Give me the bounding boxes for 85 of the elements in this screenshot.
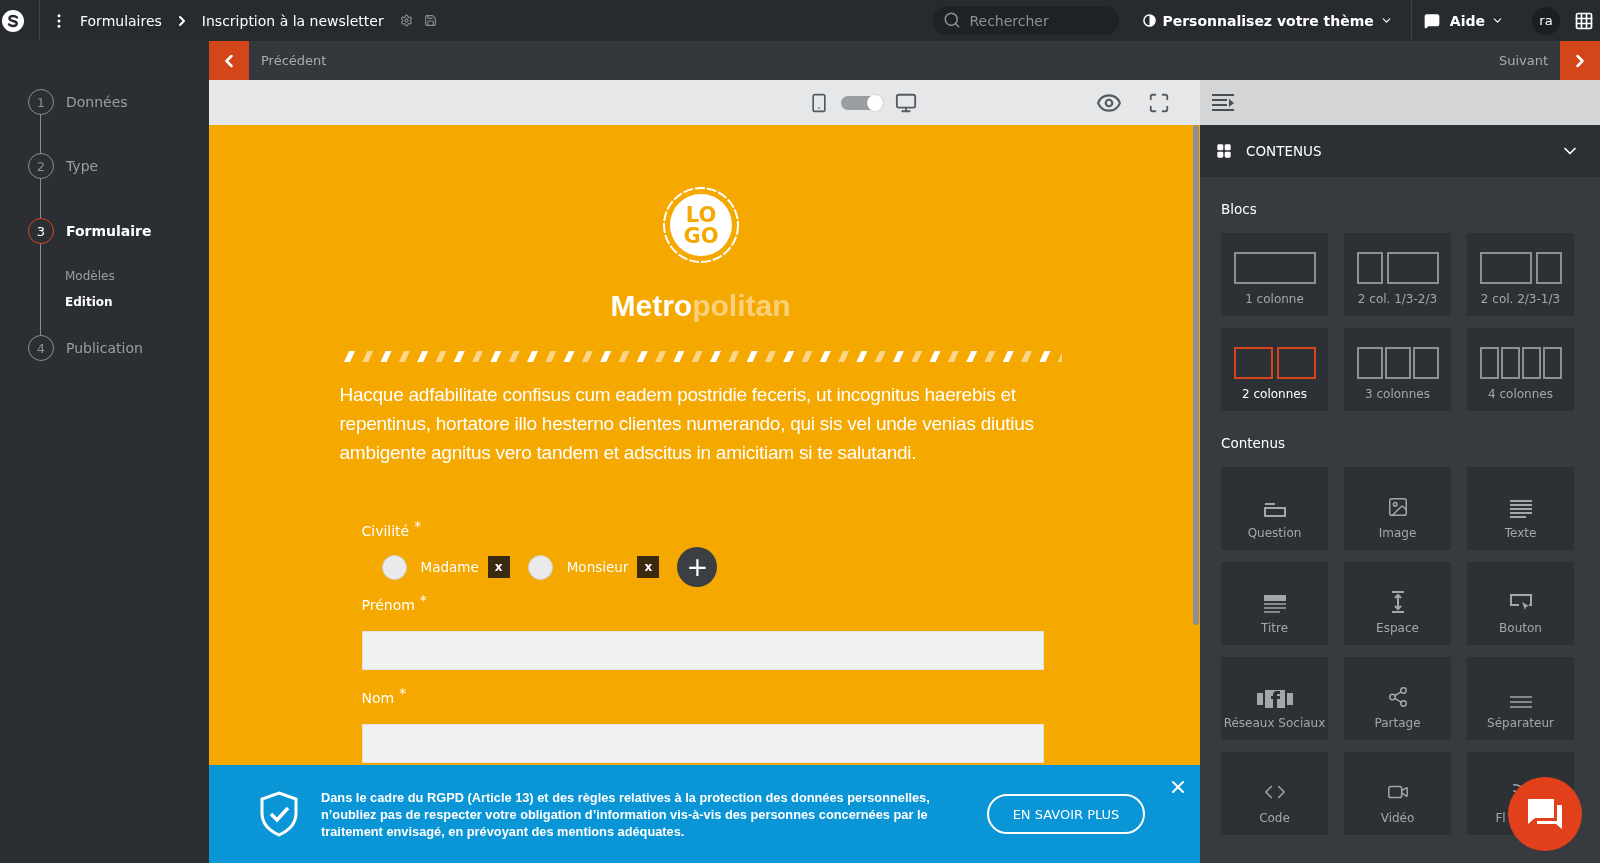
contrast-icon bbox=[1143, 14, 1157, 27]
text-input-field[interactable] bbox=[361, 724, 1044, 763]
substep-link[interactable]: Modèles bbox=[65, 269, 209, 283]
block-tile[interactable]: 1 colonne bbox=[1221, 233, 1328, 316]
content-tile[interactable]: Bouton bbox=[1467, 562, 1574, 645]
text-icon bbox=[1509, 500, 1532, 518]
previous-button[interactable] bbox=[209, 41, 249, 80]
content-tile[interactable]: Titre bbox=[1221, 562, 1328, 645]
content-tile[interactable]: Espace bbox=[1344, 562, 1451, 645]
intro-paragraph: Hacque adfabilitate confisus cum eadem postridie feceris, ut incognitus haerebis et repentinus, hortatore illo hesterno clientes numerando, qui sis vel unde venias diutius ambigente agnitus vero tandem et adscitus in amicitiam si te salutandi. bbox=[339, 383, 1035, 465]
theme-menu-button[interactable]: Personnalisez votre thème bbox=[1143, 12, 1393, 29]
logo: LO GO bbox=[660, 185, 741, 265]
learn-more-button[interactable]: EN SAVOIR PLUS bbox=[987, 794, 1145, 834]
block-tile[interactable]: 2 col. 1/3-2/3 bbox=[1344, 233, 1451, 316]
remove-option-button[interactable]: x bbox=[637, 556, 660, 578]
next-button[interactable] bbox=[1560, 41, 1600, 80]
align-panel-icon[interactable] bbox=[1212, 92, 1236, 113]
chat-bubbles-icon bbox=[1526, 797, 1564, 831]
block-tile[interactable]: 2 colonnes bbox=[1221, 328, 1328, 411]
section-heading: Contenus bbox=[1221, 435, 1286, 451]
breadcrumb-link[interactable]: Inscription à la newsletter bbox=[201, 12, 384, 29]
content-tile[interactable]: Vidéo bbox=[1344, 752, 1451, 835]
step-number: 1 bbox=[28, 89, 54, 115]
content-tile[interactable]: Code bbox=[1221, 752, 1328, 835]
content-tile[interactable]: Question bbox=[1221, 467, 1328, 550]
section-heading: Blocs bbox=[1221, 201, 1258, 217]
step-link[interactable]: Données bbox=[66, 94, 128, 110]
substep-link[interactable]: Edition bbox=[65, 295, 209, 309]
layout-icon bbox=[1356, 347, 1439, 379]
grid-icon bbox=[1216, 143, 1232, 159]
radio-button[interactable] bbox=[381, 554, 407, 580]
shield-check-icon bbox=[259, 791, 299, 837]
content-tile[interactable]: Séparateur bbox=[1467, 657, 1574, 740]
spacing-icon bbox=[1390, 591, 1405, 613]
settings-icon[interactable] bbox=[399, 14, 413, 27]
layout-icon bbox=[1233, 252, 1316, 284]
text-input-field[interactable] bbox=[361, 631, 1044, 670]
search-field[interactable]: Rechercher bbox=[933, 6, 1120, 35]
user-avatar[interactable]: ra bbox=[1532, 6, 1560, 35]
help-menu-button[interactable]: Aide bbox=[1423, 12, 1504, 29]
layout-icon bbox=[1479, 347, 1562, 379]
block-tile[interactable]: 3 colonnes bbox=[1344, 328, 1451, 411]
field-label: Prénom * bbox=[361, 597, 428, 613]
layout-icon bbox=[1233, 347, 1316, 379]
field-label: Nom * bbox=[361, 690, 408, 706]
step-link[interactable]: Type bbox=[66, 158, 99, 174]
input-icon bbox=[1263, 502, 1286, 518]
layout-icon bbox=[1479, 252, 1562, 284]
heading-icon bbox=[1263, 595, 1286, 613]
remove-option-button[interactable]: x bbox=[487, 556, 510, 578]
desktop-icon[interactable] bbox=[894, 91, 917, 114]
step-link[interactable]: Formulaire bbox=[66, 223, 152, 239]
step-number: 4 bbox=[28, 335, 54, 361]
option-label: Madame bbox=[420, 559, 479, 575]
field-label: Civilité * bbox=[361, 523, 423, 539]
previous-link[interactable]: Précédent bbox=[261, 53, 327, 68]
breadcrumb-link[interactable]: Formulaires bbox=[80, 12, 162, 29]
add-option-button[interactable]: + bbox=[677, 547, 718, 587]
layout-icon bbox=[1356, 252, 1439, 284]
block-tile[interactable]: 2 col. 2/3-1/3 bbox=[1467, 233, 1574, 316]
content-tile[interactable]: Texte bbox=[1467, 467, 1574, 550]
option-label: Monsieur bbox=[566, 559, 629, 575]
share-icon bbox=[1386, 686, 1409, 708]
step-number: 3 bbox=[28, 218, 54, 244]
content-tile[interactable]: Image bbox=[1344, 467, 1451, 550]
next-link[interactable]: Suivant bbox=[1498, 53, 1548, 68]
content-tile[interactable]: Partage bbox=[1344, 657, 1451, 740]
radio-button[interactable] bbox=[527, 554, 553, 580]
fullscreen-button[interactable] bbox=[1148, 91, 1170, 114]
search-icon bbox=[943, 11, 962, 29]
gdpr-notice: Dans le cadre du RGPD (Article 13) et des règles relatives à la protection des données personnelles, n’oubliez pas de respecter votre obligation d’information vis-à-vis des personnes concernées par le traitement envisagé, en prévoyant des mentions adéquates. bbox=[321, 788, 931, 840]
step-link[interactable]: Publication bbox=[66, 340, 143, 356]
social-icon bbox=[1256, 690, 1293, 708]
save-icon[interactable] bbox=[423, 14, 437, 27]
view-toggle[interactable] bbox=[840, 95, 883, 110]
image-icon bbox=[1386, 496, 1409, 518]
separator-icon bbox=[1509, 696, 1532, 708]
block-tile[interactable]: 4 colonnes bbox=[1467, 328, 1574, 411]
apps-grid-icon[interactable] bbox=[1574, 10, 1594, 31]
step-number: 2 bbox=[28, 153, 54, 179]
chat-bubble-icon bbox=[1423, 12, 1440, 29]
content-tile[interactable]: Réseaux Sociaux bbox=[1221, 657, 1328, 740]
section-title: CONTENUS bbox=[1246, 143, 1322, 159]
contents-section-header[interactable]: CONTENUS bbox=[1200, 125, 1600, 177]
brand-name: Metropolitan bbox=[609, 289, 792, 323]
